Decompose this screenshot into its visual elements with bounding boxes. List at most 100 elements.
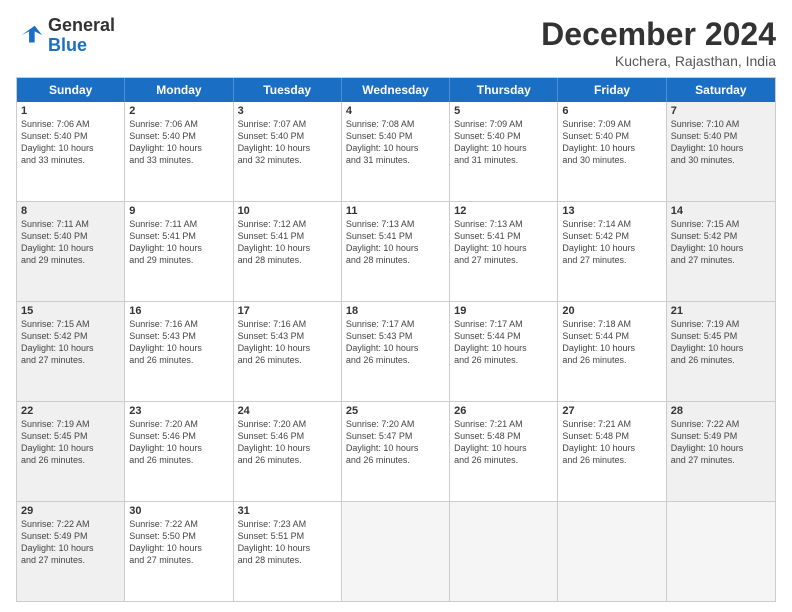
calendar-cell: 10Sunrise: 7:12 AM Sunset: 5:41 PM Dayli… [234, 202, 342, 301]
calendar-cell: 15Sunrise: 7:15 AM Sunset: 5:42 PM Dayli… [17, 302, 125, 401]
page: General Blue December 2024 Kuchera, Raja… [0, 0, 792, 612]
location-title: Kuchera, Rajasthan, India [541, 53, 776, 69]
calendar-cell: 5Sunrise: 7:09 AM Sunset: 5:40 PM Daylig… [450, 102, 558, 201]
day-info: Sunrise: 7:15 AM Sunset: 5:42 PM Dayligh… [671, 218, 771, 267]
day-number: 23 [129, 405, 228, 417]
calendar-cell [450, 502, 558, 601]
calendar-cell: 1Sunrise: 7:06 AM Sunset: 5:40 PM Daylig… [17, 102, 125, 201]
day-info: Sunrise: 7:06 AM Sunset: 5:40 PM Dayligh… [129, 118, 228, 167]
day-info: Sunrise: 7:22 AM Sunset: 5:49 PM Dayligh… [671, 418, 771, 467]
day-number: 3 [238, 105, 337, 117]
calendar-header-cell: Tuesday [234, 78, 342, 102]
day-info: Sunrise: 7:20 AM Sunset: 5:47 PM Dayligh… [346, 418, 445, 467]
day-number: 15 [21, 305, 120, 317]
calendar-cell: 13Sunrise: 7:14 AM Sunset: 5:42 PM Dayli… [558, 202, 666, 301]
day-number: 21 [671, 305, 771, 317]
calendar-header-cell: Thursday [450, 78, 558, 102]
day-info: Sunrise: 7:11 AM Sunset: 5:40 PM Dayligh… [21, 218, 120, 267]
day-info: Sunrise: 7:16 AM Sunset: 5:43 PM Dayligh… [129, 318, 228, 367]
calendar-row: 1Sunrise: 7:06 AM Sunset: 5:40 PM Daylig… [17, 102, 775, 202]
day-number: 1 [21, 105, 120, 117]
day-info: Sunrise: 7:20 AM Sunset: 5:46 PM Dayligh… [129, 418, 228, 467]
calendar-header-cell: Monday [125, 78, 233, 102]
day-info: Sunrise: 7:16 AM Sunset: 5:43 PM Dayligh… [238, 318, 337, 367]
calendar-cell: 19Sunrise: 7:17 AM Sunset: 5:44 PM Dayli… [450, 302, 558, 401]
day-number: 10 [238, 205, 337, 217]
calendar-cell [558, 502, 666, 601]
calendar-row: 8Sunrise: 7:11 AM Sunset: 5:40 PM Daylig… [17, 202, 775, 302]
day-number: 8 [21, 205, 120, 217]
calendar-cell: 20Sunrise: 7:18 AM Sunset: 5:44 PM Dayli… [558, 302, 666, 401]
day-number: 20 [562, 305, 661, 317]
day-number: 19 [454, 305, 553, 317]
day-number: 14 [671, 205, 771, 217]
header: General Blue December 2024 Kuchera, Raja… [16, 16, 776, 69]
logo-text: General Blue [48, 16, 115, 56]
calendar-body: 1Sunrise: 7:06 AM Sunset: 5:40 PM Daylig… [17, 102, 775, 601]
calendar-cell: 24Sunrise: 7:20 AM Sunset: 5:46 PM Dayli… [234, 402, 342, 501]
day-number: 27 [562, 405, 661, 417]
calendar-header-cell: Sunday [17, 78, 125, 102]
day-number: 18 [346, 305, 445, 317]
day-info: Sunrise: 7:11 AM Sunset: 5:41 PM Dayligh… [129, 218, 228, 267]
calendar-cell: 16Sunrise: 7:16 AM Sunset: 5:43 PM Dayli… [125, 302, 233, 401]
day-info: Sunrise: 7:19 AM Sunset: 5:45 PM Dayligh… [21, 418, 120, 467]
day-number: 26 [454, 405, 553, 417]
day-number: 25 [346, 405, 445, 417]
day-number: 6 [562, 105, 661, 117]
calendar-cell: 18Sunrise: 7:17 AM Sunset: 5:43 PM Dayli… [342, 302, 450, 401]
day-number: 24 [238, 405, 337, 417]
day-number: 17 [238, 305, 337, 317]
day-info: Sunrise: 7:14 AM Sunset: 5:42 PM Dayligh… [562, 218, 661, 267]
calendar-header-cell: Wednesday [342, 78, 450, 102]
calendar-cell: 6Sunrise: 7:09 AM Sunset: 5:40 PM Daylig… [558, 102, 666, 201]
calendar-cell: 25Sunrise: 7:20 AM Sunset: 5:47 PM Dayli… [342, 402, 450, 501]
day-info: Sunrise: 7:22 AM Sunset: 5:50 PM Dayligh… [129, 518, 228, 567]
calendar-row: 22Sunrise: 7:19 AM Sunset: 5:45 PM Dayli… [17, 402, 775, 502]
calendar-cell: 11Sunrise: 7:13 AM Sunset: 5:41 PM Dayli… [342, 202, 450, 301]
calendar-cell: 23Sunrise: 7:20 AM Sunset: 5:46 PM Dayli… [125, 402, 233, 501]
day-info: Sunrise: 7:12 AM Sunset: 5:41 PM Dayligh… [238, 218, 337, 267]
day-number: 9 [129, 205, 228, 217]
calendar-cell: 8Sunrise: 7:11 AM Sunset: 5:40 PM Daylig… [17, 202, 125, 301]
day-info: Sunrise: 7:21 AM Sunset: 5:48 PM Dayligh… [562, 418, 661, 467]
calendar-cell: 29Sunrise: 7:22 AM Sunset: 5:49 PM Dayli… [17, 502, 125, 601]
day-number: 22 [21, 405, 120, 417]
calendar-cell: 31Sunrise: 7:23 AM Sunset: 5:51 PM Dayli… [234, 502, 342, 601]
day-info: Sunrise: 7:07 AM Sunset: 5:40 PM Dayligh… [238, 118, 337, 167]
day-info: Sunrise: 7:19 AM Sunset: 5:45 PM Dayligh… [671, 318, 771, 367]
calendar-cell: 26Sunrise: 7:21 AM Sunset: 5:48 PM Dayli… [450, 402, 558, 501]
day-number: 5 [454, 105, 553, 117]
calendar-cell: 7Sunrise: 7:10 AM Sunset: 5:40 PM Daylig… [667, 102, 775, 201]
calendar-header-cell: Friday [558, 78, 666, 102]
day-info: Sunrise: 7:20 AM Sunset: 5:46 PM Dayligh… [238, 418, 337, 467]
day-info: Sunrise: 7:10 AM Sunset: 5:40 PM Dayligh… [671, 118, 771, 167]
day-info: Sunrise: 7:17 AM Sunset: 5:44 PM Dayligh… [454, 318, 553, 367]
day-info: Sunrise: 7:06 AM Sunset: 5:40 PM Dayligh… [21, 118, 120, 167]
calendar-cell: 14Sunrise: 7:15 AM Sunset: 5:42 PM Dayli… [667, 202, 775, 301]
calendar-cell: 28Sunrise: 7:22 AM Sunset: 5:49 PM Dayli… [667, 402, 775, 501]
day-number: 31 [238, 505, 337, 517]
day-info: Sunrise: 7:13 AM Sunset: 5:41 PM Dayligh… [346, 218, 445, 267]
calendar-cell: 2Sunrise: 7:06 AM Sunset: 5:40 PM Daylig… [125, 102, 233, 201]
day-number: 7 [671, 105, 771, 117]
month-title: December 2024 [541, 16, 776, 53]
day-info: Sunrise: 7:15 AM Sunset: 5:42 PM Dayligh… [21, 318, 120, 367]
calendar-cell: 9Sunrise: 7:11 AM Sunset: 5:41 PM Daylig… [125, 202, 233, 301]
calendar-cell [342, 502, 450, 601]
day-info: Sunrise: 7:09 AM Sunset: 5:40 PM Dayligh… [562, 118, 661, 167]
calendar-row: 29Sunrise: 7:22 AM Sunset: 5:49 PM Dayli… [17, 502, 775, 601]
calendar-cell: 30Sunrise: 7:22 AM Sunset: 5:50 PM Dayli… [125, 502, 233, 601]
calendar-row: 15Sunrise: 7:15 AM Sunset: 5:42 PM Dayli… [17, 302, 775, 402]
day-number: 4 [346, 105, 445, 117]
logo-line1: General [48, 16, 115, 36]
day-number: 30 [129, 505, 228, 517]
day-number: 13 [562, 205, 661, 217]
day-info: Sunrise: 7:08 AM Sunset: 5:40 PM Dayligh… [346, 118, 445, 167]
day-info: Sunrise: 7:13 AM Sunset: 5:41 PM Dayligh… [454, 218, 553, 267]
calendar-cell: 27Sunrise: 7:21 AM Sunset: 5:48 PM Dayli… [558, 402, 666, 501]
day-info: Sunrise: 7:18 AM Sunset: 5:44 PM Dayligh… [562, 318, 661, 367]
day-info: Sunrise: 7:17 AM Sunset: 5:43 PM Dayligh… [346, 318, 445, 367]
day-number: 29 [21, 505, 120, 517]
logo: General Blue [16, 16, 115, 56]
